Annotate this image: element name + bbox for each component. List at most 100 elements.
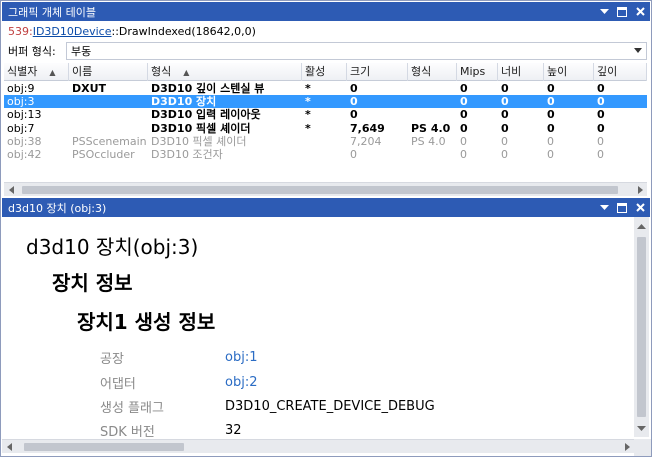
table-cell-id: obj:13 [7,108,42,122]
property-label-sdk-version: SDK 버전 [100,425,155,437]
table-cell-id: obj:42 [7,148,42,161]
table-cell-id: obj:3 [7,95,35,109]
column-header-active[interactable]: 활성 [302,63,347,81]
section-heading: 장치 정보 [52,271,133,295]
table-horizontal-scrollbar[interactable] [4,182,647,196]
device-detail-view: d3d10 장치(obj:3) 장치 정보 장치1 생성 정보 공장 obj:1… [2,217,634,437]
table-cell-id: obj:38 [7,134,42,148]
table-cell-format: PS 4.0 [411,121,451,135]
table-cell-height: 0 [547,134,554,148]
table-cell-format: PS 4.0 [411,134,446,148]
table-cell-height: 0 [547,121,555,135]
column-header-id[interactable]: 식별자 ▲ [4,63,69,81]
table-cell-mips: 0 [460,108,468,122]
property-label-creation-flags: 생성 플래그 [100,401,164,416]
property-value-creation-flags: D3D10_CREATE_DEVICE_DEBUG [225,399,435,414]
dropdown-icon[interactable] [596,4,612,20]
column-header-mips[interactable]: Mips [457,63,498,81]
table-cell-type: D3D10 깊이 스텐실 뷰 [151,82,265,95]
column-header-size[interactable]: 크기 [347,63,408,81]
table-cell-depth: 0 [597,148,604,161]
table-row[interactable]: obj:38 PSScenemain D3D10 픽셀 셰이더 7,204 PS 4.0… [4,135,647,148]
graphics-object-table-window: 그래픽 개체 테이블 539: ID3D10Device ::DrawIndex… [0,0,652,457]
table-cell-width: 0 [501,134,508,148]
table-cell-active: * [305,108,311,122]
column-header-type[interactable]: 형식 ▲ [148,63,302,81]
sort-up-icon: ▲ [49,68,56,77]
table-row[interactable]: obj:3 D3D10 장치 * 0 0 0 0 0 [4,95,647,109]
table-row[interactable]: obj:13 D3D10 입력 레이아웃 * 0 0 0 0 0 [4,108,647,121]
table-cell-height: 0 [547,82,555,95]
table-cell-type: D3D10 픽셀 셰이더 [151,134,247,148]
scrollbar-corner [634,439,651,456]
table-cell-depth: 0 [597,134,604,148]
table-cell-width: 0 [501,108,509,122]
subsection-heading: 장치1 생성 정보 [77,310,216,334]
scroll-down-icon[interactable] [634,421,649,435]
dropdown-icon[interactable] [596,200,612,216]
buffer-format-select[interactable]: 부동 [66,42,647,60]
table-cell-width: 0 [501,148,508,161]
table-cell-height: 0 [547,148,554,161]
table-cell-width: 0 [501,121,509,135]
close-icon[interactable] [632,200,648,216]
column-header-width[interactable]: 너비 [498,63,544,81]
table-cell-size: 0 [350,95,358,109]
table-cell-active: * [305,121,311,135]
table-cell-height: 0 [547,95,555,109]
chevron-down-icon [634,48,642,53]
table-header: 식별자 ▲ 이름 형식 ▲ 활성 크기 형식 Mips 너비 높이 깊이 [4,63,647,81]
table-cell-name: DXUT [72,82,107,95]
detail-horizontal-scrollbar[interactable] [2,439,634,453]
table-cell-mips: 0 [460,121,468,135]
property-label-adapter: 어댑터 [100,377,136,392]
table-cell-size: 0 [350,82,358,95]
table-row[interactable]: obj:42 PSOccluder D3D10 조건자 0 0 0 0 0 [4,148,647,161]
table-cell-name: PSScenemain [72,134,147,148]
table-row[interactable]: obj:7 D3D10 픽셀 셰이더 * 7,649 PS 4.0 0 0 0 0 [4,122,647,135]
table-cell-mips: 0 [460,82,468,95]
call-number: 539: [8,24,33,38]
detail-vertical-scrollbar[interactable] [634,217,649,437]
pin-icon[interactable] [614,200,630,216]
column-header-format[interactable]: 형식 [408,63,457,81]
top-panel-title: 그래픽 개체 테이블 [8,5,96,19]
table-scroll-thumb[interactable] [22,186,618,194]
table-cell-id: obj:9 [7,82,35,95]
table-row[interactable]: obj:9 DXUT D3D10 깊이 스텐실 뷰 * 0 0 0 0 0 [4,82,647,95]
property-value-adapter-link[interactable]: obj:2 [225,375,257,390]
scroll-right-icon[interactable] [633,183,647,197]
table-cell-type: D3D10 입력 레이아웃 [151,108,261,122]
close-icon[interactable] [632,4,648,20]
table-cell-width: 0 [501,82,509,95]
scroll-left-icon[interactable] [2,440,16,454]
scroll-up-icon[interactable] [634,219,649,233]
table-cell-size: 0 [350,108,358,122]
detail-scroll-thumb[interactable] [637,237,646,417]
table-cell-type: D3D10 조건자 [151,148,223,161]
column-header-depth[interactable]: 깊이 [594,63,647,81]
draw-call-line: 539: ID3D10Device ::DrawIndexed(18642,0,… [2,22,650,40]
buffer-format-row: 버퍼 형식: 부동 [2,41,650,61]
scroll-left-icon[interactable] [4,183,18,197]
table-cell-width: 0 [501,95,509,109]
top-panel-titlebar: 그래픽 개체 테이블 [2,2,650,21]
column-header-name[interactable]: 이름 [69,63,148,81]
table-cell-depth: 0 [597,108,605,122]
table-cell-height: 0 [547,108,555,122]
pin-icon[interactable] [614,4,630,20]
table-cell-depth: 0 [597,95,605,109]
column-header-height[interactable]: 높이 [544,63,594,81]
table-cell-size: 0 [350,148,357,161]
table-cell-mips: 0 [460,148,467,161]
buffer-format-label: 버퍼 형식: [8,45,56,58]
detail-panel-title: d3d10 장치 (obj:3) [8,201,107,215]
property-value-factory-link[interactable]: obj:1 [225,350,257,365]
buffer-format-value: 부동 [71,45,92,58]
device-link[interactable]: ID3D10Device [33,25,112,38]
detail-hscroll-thumb[interactable] [24,443,184,451]
table-cell-name: PSOccluder [72,148,135,161]
table-cell-size: 7,649 [350,121,385,135]
table-cell-depth: 0 [597,121,605,135]
scroll-right-icon[interactable] [620,440,634,454]
